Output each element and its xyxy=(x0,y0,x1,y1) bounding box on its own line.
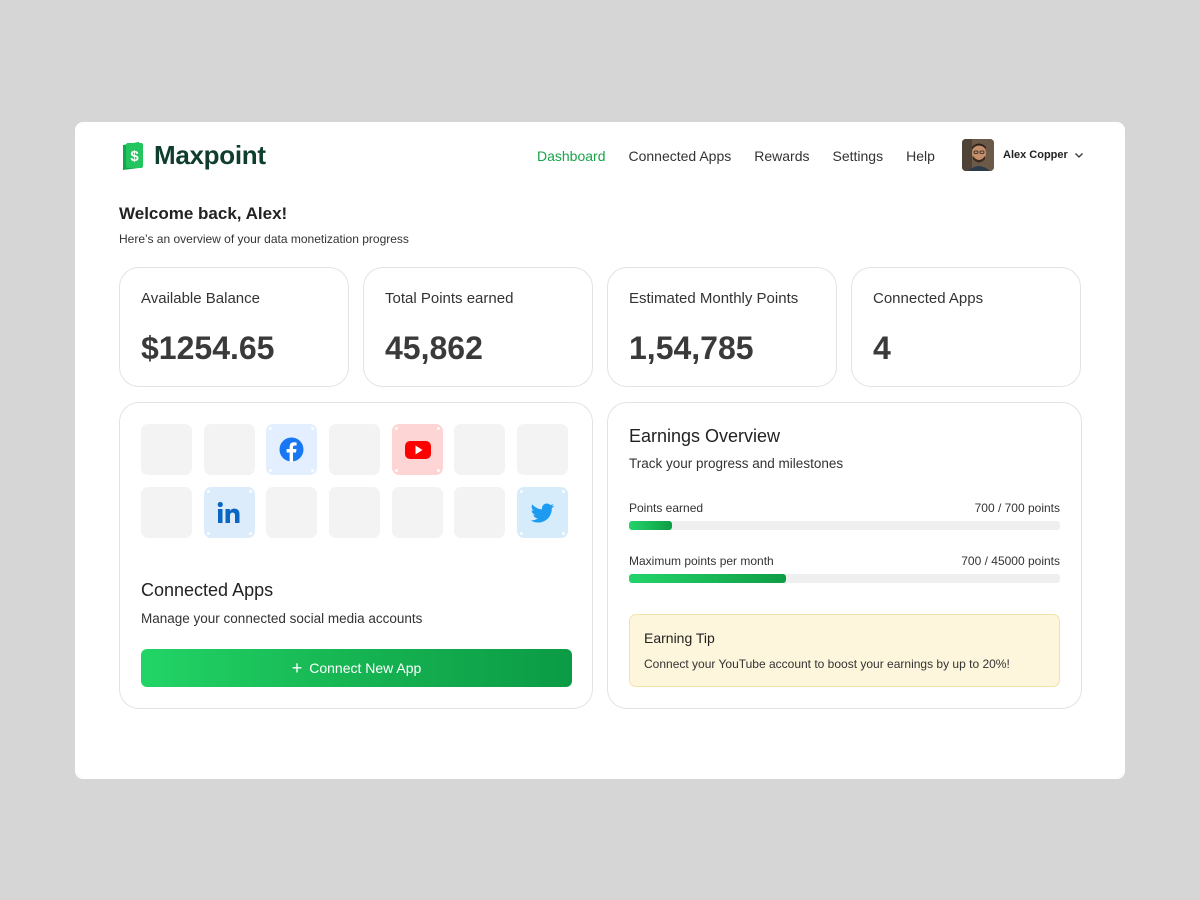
nav-rewards[interactable]: Rewards xyxy=(754,148,809,164)
app-slot-empty[interactable] xyxy=(329,424,380,475)
nav-help[interactable]: Help xyxy=(906,148,935,164)
chevron-down-icon xyxy=(1074,153,1083,158)
stat-label: Total Points earned xyxy=(385,290,514,307)
earnings-subtitle: Track your progress and milestones xyxy=(629,456,844,471)
tip-body: Connect your YouTube account to boost yo… xyxy=(644,657,1010,671)
connected-apps-title: Connected Apps xyxy=(141,580,274,600)
stat-value: 1,54,785 xyxy=(629,330,754,366)
twitter-icon xyxy=(530,503,555,523)
facebook-icon xyxy=(279,437,304,462)
progress-track xyxy=(629,521,1060,530)
earning-tip: Earning Tip Connect your YouTube account… xyxy=(629,614,1060,687)
progress-max-points: Maximum points per month 700 / 45000 poi… xyxy=(629,554,1060,583)
app-name: Maxpoint xyxy=(154,140,266,170)
stat-card-balance: Available Balance $1254.65 xyxy=(119,267,349,387)
app-slot-empty[interactable] xyxy=(517,424,568,475)
app-slot-empty[interactable] xyxy=(141,487,192,538)
stat-label: Available Balance xyxy=(141,290,260,307)
nav-connected-apps[interactable]: Connected Apps xyxy=(629,148,732,164)
app-window: $ Maxpoint Dashboard Connected Apps Rewa… xyxy=(75,122,1125,779)
stat-value: $1254.65 xyxy=(141,330,275,366)
avatar xyxy=(962,139,994,171)
plus-icon: + xyxy=(291,658,303,678)
app-tile-twitter[interactable] xyxy=(517,487,568,538)
earnings-overview-panel: Earnings Overview Track your progress an… xyxy=(607,402,1082,709)
app-slot-empty[interactable] xyxy=(204,424,255,475)
stat-card-total-points: Total Points earned 45,862 xyxy=(363,267,593,387)
progress-track xyxy=(629,574,1060,583)
svg-text:$: $ xyxy=(130,148,139,165)
progress-fill xyxy=(629,574,787,583)
app-tile-youtube[interactable] xyxy=(392,424,443,475)
connected-apps-subtitle: Manage your connected social media accou… xyxy=(141,611,423,626)
nav-dashboard[interactable]: Dashboard xyxy=(537,148,606,164)
progress-fill xyxy=(629,521,673,530)
youtube-icon xyxy=(405,441,431,459)
app-slot-empty[interactable] xyxy=(329,487,380,538)
app-tile-linkedin[interactable] xyxy=(204,487,255,538)
tip-title: Earning Tip xyxy=(644,630,715,646)
progress-value: 700 / 700 points xyxy=(974,501,1060,515)
nav-settings[interactable]: Settings xyxy=(833,148,884,164)
stat-value: 45,862 xyxy=(385,330,483,366)
connect-new-app-label: Connect New App xyxy=(309,660,422,676)
welcome-title: Welcome back, Alex! xyxy=(119,204,288,223)
linkedin-icon xyxy=(217,501,240,523)
stat-card-monthly-points: Estimated Monthly Points 1,54,785 xyxy=(607,267,837,387)
logo[interactable]: $ Maxpoint xyxy=(121,140,266,171)
user-name: Alex Copper xyxy=(1003,149,1068,161)
connect-new-app-button[interactable]: + Connect New App xyxy=(141,649,572,687)
stat-value: 4 xyxy=(873,330,891,366)
app-slot-empty[interactable] xyxy=(141,424,192,475)
main-nav: Dashboard Connected Apps Rewards Setting… xyxy=(537,148,958,164)
app-tile-facebook[interactable] xyxy=(266,424,317,475)
logo-icon: $ xyxy=(123,141,143,170)
user-menu[interactable]: Alex Copper xyxy=(962,139,1084,171)
progress-value: 700 / 45000 points xyxy=(961,554,1060,568)
welcome-subtitle: Here’s an overview of your data monetiza… xyxy=(119,232,409,246)
earnings-title: Earnings Overview xyxy=(629,426,781,446)
connected-apps-panel: Connected Apps Manage your connected soc… xyxy=(119,402,593,709)
stat-card-connected-apps: Connected Apps 4 xyxy=(851,267,1081,387)
stat-label: Connected Apps xyxy=(873,290,984,307)
app-slot-empty[interactable] xyxy=(454,487,505,538)
app-slot-empty[interactable] xyxy=(392,487,443,538)
app-slot-empty[interactable] xyxy=(266,487,317,538)
app-slot-empty[interactable] xyxy=(454,424,505,475)
stat-label: Estimated Monthly Points xyxy=(629,290,799,307)
progress-points-earned: Points earned 700 / 700 points xyxy=(629,501,1060,530)
